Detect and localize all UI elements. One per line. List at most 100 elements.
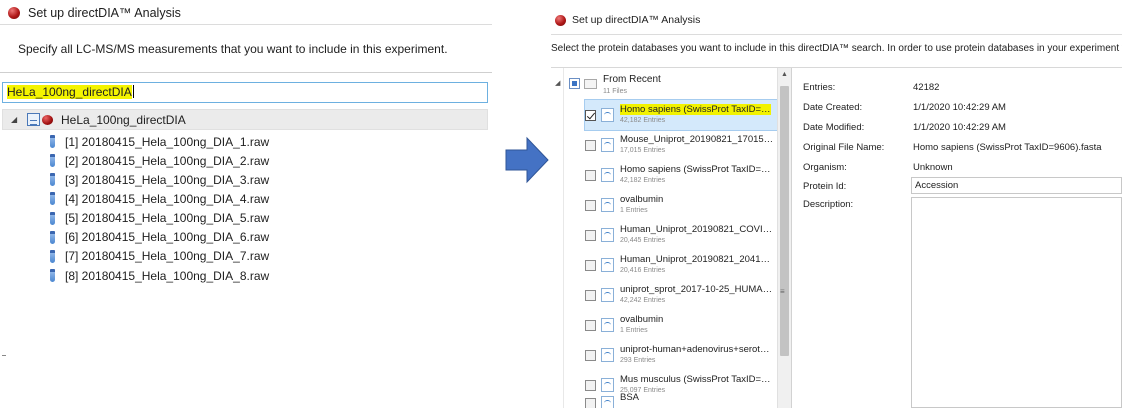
app-icon bbox=[555, 14, 566, 26]
vial-icon bbox=[50, 211, 55, 225]
detail-row-date-modified: Date Modified: 1/1/2020 10:42:29 AM bbox=[803, 117, 1122, 137]
run-file-label: [5] 20180415_Hela_100ng_DIA_5.raw bbox=[65, 211, 270, 226]
run-file-row[interactable]: [2] 20180415_Hela_100ng_DIA_2.raw bbox=[50, 151, 269, 170]
run-file-list: [1] 20180415_Hela_100ng_DIA_1.raw [2] 20… bbox=[50, 132, 269, 285]
run-file-row[interactable]: [4] 20180415_Hela_100ng_DIA_4.raw bbox=[50, 189, 269, 208]
detail-label: Original File Name: bbox=[803, 141, 885, 153]
database-entries: 42,242 Entries bbox=[620, 297, 666, 304]
database-entries: 17,015 Entries bbox=[620, 147, 666, 154]
database-entries: 42,182 Entries bbox=[620, 177, 666, 184]
detail-value: Homo sapiens (SwissProt TaxID=9606).fast… bbox=[913, 141, 1102, 153]
fasta-file-icon bbox=[601, 138, 614, 152]
window-title: Set up directDIA™ Analysis bbox=[28, 6, 181, 20]
vial-icon bbox=[50, 154, 55, 168]
database-item[interactable]: Human_Uniprot_20190821_COVI… 20,445 Entri… bbox=[585, 220, 781, 250]
app-icon bbox=[8, 7, 20, 19]
experiment-name-input[interactable]: HeLa_100ng_directDIA bbox=[2, 82, 488, 103]
detail-label: Protein Id: bbox=[803, 180, 847, 192]
fasta-file-icon bbox=[601, 168, 614, 182]
database-checkbox[interactable] bbox=[585, 398, 596, 408]
run-file-label: [2] 20180415_Hela_100ng_DIA_2.raw bbox=[65, 153, 270, 168]
experiment-icon bbox=[27, 113, 40, 126]
database-item[interactable]: uniprot-human+adenovirus+serot… 293 Entri… bbox=[585, 340, 781, 370]
vial-icon bbox=[50, 135, 55, 149]
experiment-name-value: HeLa_100ng_directDIA bbox=[7, 85, 132, 99]
divider bbox=[2, 355, 6, 356]
group-checkbox[interactable] bbox=[569, 78, 580, 89]
window-title: Set up directDIA™ Analysis bbox=[572, 14, 701, 26]
detail-label: Organism: bbox=[803, 161, 847, 173]
database-checkbox[interactable] bbox=[585, 169, 596, 181]
database-name: Human_Uniprot_20190821_2041… bbox=[620, 254, 771, 265]
detail-label: Description: bbox=[803, 198, 854, 210]
scroll-up-arrow-icon[interactable]: ▲ bbox=[781, 71, 788, 78]
group-count: 11 Files bbox=[603, 88, 627, 95]
detail-value: 42182 bbox=[913, 81, 940, 93]
detail-row-original-file: Original File Name: Homo sapiens (SwissP… bbox=[803, 137, 1122, 157]
run-file-row[interactable]: [5] 20180415_Hela_100ng_DIA_5.raw bbox=[50, 209, 269, 228]
detail-row-date-created: Date Created: 1/1/2020 10:42:29 AM bbox=[803, 97, 1122, 117]
database-name: Homo sapiens (SwissProt TaxID=… bbox=[620, 104, 771, 115]
database-checkbox[interactable] bbox=[585, 259, 596, 271]
detail-label: Date Modified: bbox=[803, 121, 865, 133]
divider bbox=[0, 24, 492, 25]
fasta-file-icon bbox=[601, 288, 614, 302]
run-file-label: [3] 20180415_Hela_100ng_DIA_3.raw bbox=[65, 172, 270, 187]
protein-id-field[interactable]: Accession bbox=[911, 177, 1122, 194]
database-checkbox[interactable] bbox=[585, 379, 596, 391]
expand-arrow-icon[interactable]: ◢ bbox=[555, 79, 565, 87]
database-name: Mouse_Uniprot_20190821_17015… bbox=[620, 134, 774, 145]
database-item[interactable]: Mouse_Uniprot_20190821_17015… 17,015 Entr… bbox=[585, 130, 781, 160]
run-file-row[interactable]: [6] 20180415_Hela_100ng_DIA_6.raw bbox=[50, 228, 269, 247]
experiment-tree-root[interactable]: ◢ HeLa_100ng_directDIA bbox=[2, 109, 488, 130]
fasta-file-icon bbox=[601, 198, 614, 212]
detail-row-organism: Organism: Unknown bbox=[803, 157, 1122, 177]
database-item[interactable]: Human_Uniprot_20190821_2041… 20,416 Entri… bbox=[585, 250, 781, 280]
database-entries: 1 Entries bbox=[620, 207, 648, 214]
scrollbar-thumb[interactable] bbox=[780, 86, 789, 356]
run-file-label: [6] 20180415_Hela_100ng_DIA_6.raw bbox=[65, 230, 270, 245]
divider bbox=[0, 72, 492, 73]
database-name: ovalbumin bbox=[620, 194, 664, 205]
detail-row-entries: Entries: 42182 bbox=[803, 77, 1122, 97]
database-name: uniprot_sprot_2017-10-25_HUMA… bbox=[620, 284, 773, 295]
expand-arrow-icon[interactable]: ◢ bbox=[11, 115, 21, 124]
detail-value: 1/1/2020 10:42:29 AM bbox=[913, 121, 1006, 133]
database-checkbox[interactable] bbox=[585, 139, 596, 151]
run-file-row[interactable]: [7] 20180415_Hela_100ng_DIA_7.raw bbox=[50, 247, 269, 266]
run-file-row[interactable]: [3] 20180415_Hela_100ng_DIA_3.raw bbox=[50, 170, 269, 189]
database-name: ovalbumin bbox=[620, 314, 664, 325]
detail-label: Entries: bbox=[803, 81, 836, 93]
database-name: BSA bbox=[620, 392, 640, 403]
database-item[interactable]: ovalbumin 1 Entries bbox=[585, 190, 781, 220]
folder-icon bbox=[584, 79, 597, 89]
database-item[interactable]: uniprot_sprot_2017-10-25_HUMA… 42,242 Ent… bbox=[585, 280, 781, 310]
fasta-file-icon bbox=[601, 108, 614, 122]
fasta-file-icon bbox=[601, 318, 614, 332]
database-checkbox[interactable] bbox=[585, 109, 596, 121]
database-checkbox[interactable] bbox=[585, 319, 596, 331]
database-item[interactable]: BSA bbox=[585, 390, 781, 408]
run-file-row[interactable]: [1] 20180415_Hela_100ng_DIA_1.raw bbox=[50, 132, 269, 151]
detail-value: 1/1/2020 10:42:29 AM bbox=[913, 101, 1006, 113]
right-panel: Set up directDIA™ Analysis Select the pr… bbox=[551, 0, 1122, 408]
database-checkbox[interactable] bbox=[585, 289, 596, 301]
description-field[interactable] bbox=[911, 197, 1122, 408]
vertical-scrollbar[interactable]: ▲ bbox=[777, 68, 791, 408]
splitter-grip-icon[interactable]: ≡ bbox=[780, 287, 785, 296]
run-file-row[interactable]: [8] 20180415_Hela_100ng_DIA_8.raw bbox=[50, 266, 269, 285]
group-from-recent[interactable]: ◢ From Recent 11 Files bbox=[551, 74, 661, 100]
database-name: Human_Uniprot_20190821_COVI… bbox=[620, 224, 773, 235]
database-item[interactable]: ovalbumin 1 Entries bbox=[585, 310, 781, 340]
run-file-label: [4] 20180415_Hela_100ng_DIA_4.raw bbox=[65, 191, 270, 206]
database-checkbox[interactable] bbox=[585, 349, 596, 361]
instruction-text: Select the protein databases you want to… bbox=[551, 43, 1122, 54]
right-arrow-icon bbox=[505, 136, 549, 184]
database-checkbox[interactable] bbox=[585, 199, 596, 211]
database-item[interactable]: Homo sapiens (SwissProt TaxID=… 42,182 En… bbox=[585, 160, 781, 190]
tree-line bbox=[563, 68, 564, 408]
database-checkbox[interactable] bbox=[585, 229, 596, 241]
detail-label: Date Created: bbox=[803, 101, 863, 113]
instruction-text: Specify all LC-MS/MS measurements that y… bbox=[18, 42, 448, 56]
database-item[interactable]: Homo sapiens (SwissProt TaxID=… 42,182 En… bbox=[584, 99, 782, 131]
